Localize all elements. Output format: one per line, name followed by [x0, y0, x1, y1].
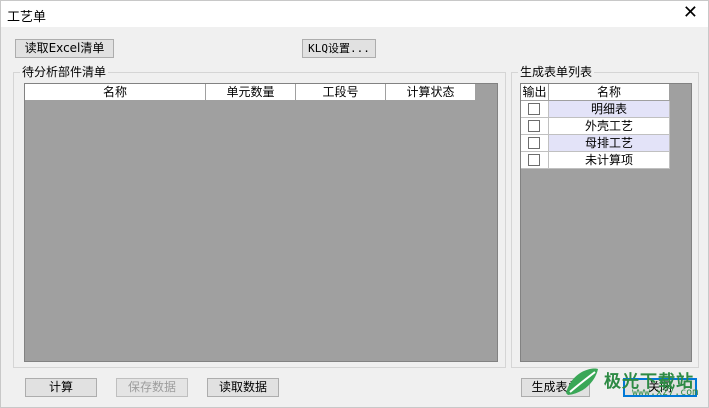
output-checkbox[interactable]	[528, 120, 540, 132]
form-name-cell[interactable]: 外壳工艺	[549, 118, 670, 135]
column-header-section-no[interactable]: 工段号	[296, 84, 386, 101]
form-name-cell[interactable]: 未计算项	[549, 152, 670, 169]
generated-forms-title: 生成表单列表	[518, 65, 595, 79]
title-bar: 工艺单 ✕	[1, 1, 708, 27]
form-name-cell[interactable]: 母排工艺	[549, 135, 670, 152]
watermark-logo: 极光下载站 www.xz7.com	[562, 365, 698, 399]
generated-forms-table[interactable]: 输出 名称 明细表 外壳工艺 母排工艺 未计算项	[520, 83, 692, 362]
column-header-output[interactable]: 输出	[521, 84, 549, 101]
output-cell[interactable]	[521, 152, 549, 169]
generated-forms-group: 生成表单列表 输出 名称 明细表 外壳工艺 母排工艺 未计算项	[511, 65, 699, 368]
dialog-window: 工艺单 ✕ 读取Excel清单 KLQ设置... 待分析部件清单 名称 单元数量…	[0, 0, 709, 408]
output-checkbox[interactable]	[528, 137, 540, 149]
output-cell[interactable]	[521, 118, 549, 135]
read-data-button[interactable]: 读取数据	[207, 378, 279, 397]
watermark-subtext: www.xz7.com	[632, 387, 699, 398]
output-checkbox[interactable]	[528, 103, 540, 115]
output-cell[interactable]	[521, 135, 549, 152]
column-header-unit-count[interactable]: 单元数量	[206, 84, 296, 101]
window-title: 工艺单	[7, 10, 47, 25]
read-excel-button[interactable]: 读取Excel清单	[15, 39, 114, 58]
column-header-name[interactable]: 名称	[25, 84, 206, 101]
calculate-button[interactable]: 计算	[25, 378, 97, 397]
output-checkbox[interactable]	[528, 154, 540, 166]
output-cell[interactable]	[521, 101, 549, 118]
pending-parts-group: 待分析部件清单 名称 单元数量 工段号 计算状态	[13, 65, 506, 368]
column-header-calc-status[interactable]: 计算状态	[386, 84, 476, 101]
form-name-cell[interactable]: 明细表	[549, 101, 670, 118]
pending-parts-table[interactable]: 名称 单元数量 工段号 计算状态	[24, 83, 498, 362]
column-header-form-name[interactable]: 名称	[549, 84, 670, 101]
close-icon[interactable]: ✕	[683, 3, 698, 23]
watermark-leaf-icon	[566, 368, 598, 395]
pending-parts-title: 待分析部件清单	[20, 65, 109, 79]
klq-settings-button[interactable]: KLQ设置...	[302, 39, 376, 58]
save-data-button[interactable]: 保存数据	[116, 378, 188, 397]
